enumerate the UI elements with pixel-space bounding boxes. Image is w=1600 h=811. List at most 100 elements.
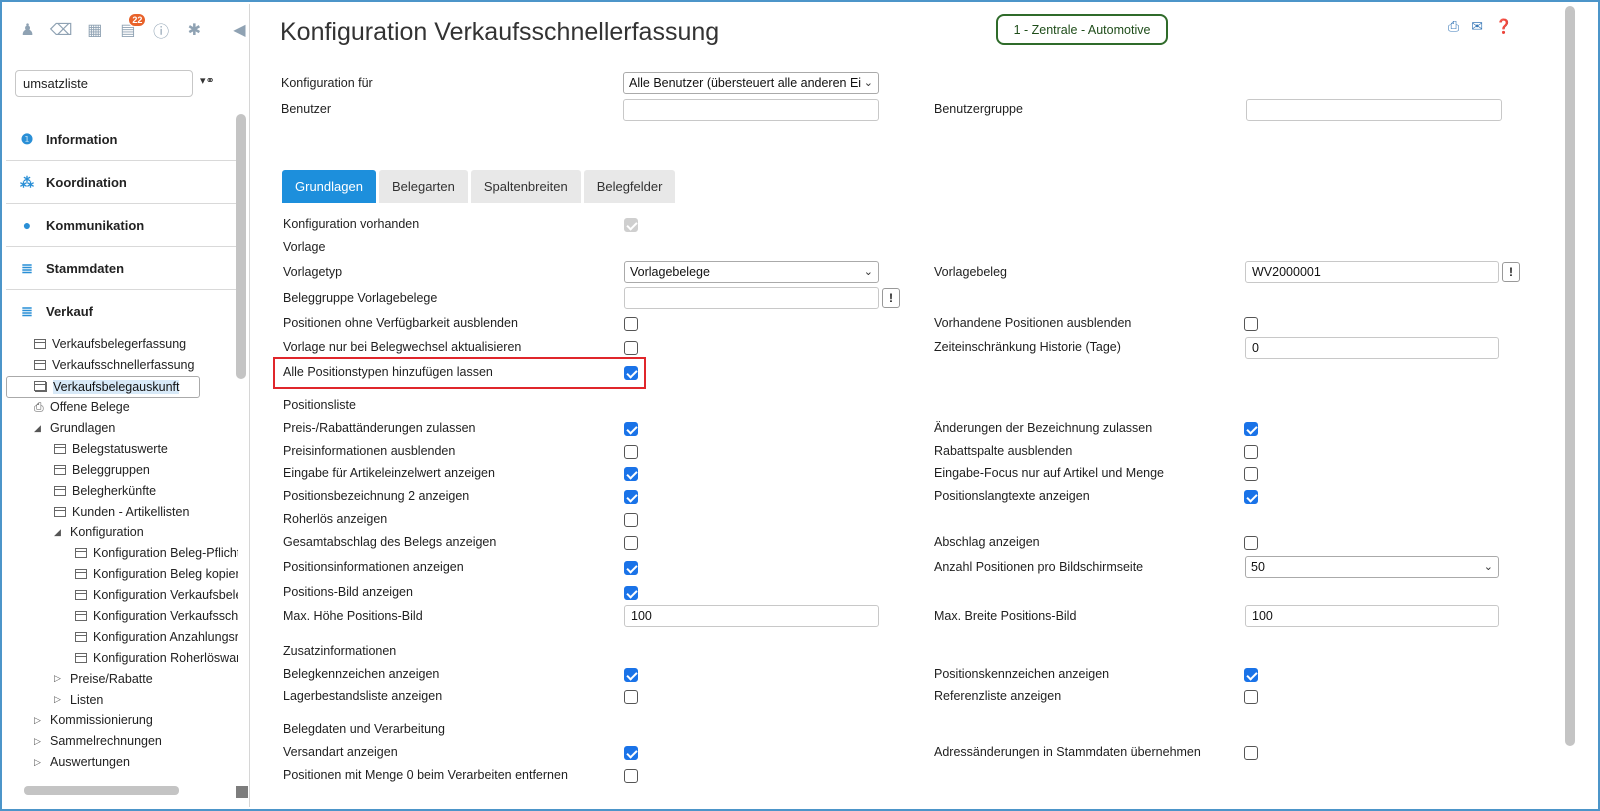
positionen-menge0-checkbox[interactable] <box>624 769 638 783</box>
tab-belegfelder[interactable]: Belegfelder <box>583 170 676 203</box>
vorlage-belegwechsel-checkbox[interactable] <box>624 341 638 355</box>
versandart-label: Versandart anzeigen <box>283 745 398 759</box>
tree-item[interactable]: Belegherkünfte <box>6 480 238 501</box>
sidebar-section-kommunikation[interactable]: ● Kommunikation <box>6 204 238 247</box>
zeiteinschraenkung-label: Zeiteinschränkung Historie (Tage) <box>934 340 1121 354</box>
positionslangtexte-label: Positionslangtexte anzeigen <box>934 489 1090 503</box>
sidebar-horizontal-scrollbar[interactable] <box>24 786 179 795</box>
tree-item[interactable]: ⎙ Offene Belege <box>6 397 238 418</box>
tab-spaltenbreiten[interactable]: Spaltenbreiten <box>470 170 581 203</box>
tree-item[interactable]: Konfiguration Roherlöswar <box>6 647 238 668</box>
tree-item[interactable]: Verkaufsbelegerfassung <box>6 334 238 355</box>
max-hoehe-input[interactable]: 100 <box>624 605 879 627</box>
lagerbestandsliste-checkbox[interactable] <box>624 690 638 704</box>
chevron-down-icon: ⌄ <box>863 77 873 89</box>
adressaenderungen-checkbox[interactable] <box>1244 746 1258 760</box>
vorhandene-positionen-checkbox[interactable] <box>1244 317 1258 331</box>
zeiteinschraenkung-input[interactable]: 0 <box>1245 337 1499 359</box>
tree-item[interactable]: ▷ Sammelrechnungen <box>6 731 238 752</box>
info-icon[interactable]: ⓘ <box>152 20 171 41</box>
vorlagetyp-select[interactable]: Vorlagebelege ⌄ <box>624 261 879 283</box>
alle-positionstypen-checkbox[interactable] <box>624 366 638 380</box>
help-icon[interactable]: ❓ <box>1495 18 1512 35</box>
beleggruppe-vorlagebelege-input[interactable] <box>624 287 879 309</box>
positionslangtexte-checkbox[interactable] <box>1244 490 1258 504</box>
positionsinformationen-checkbox[interactable] <box>624 561 638 575</box>
konfiguration-fuer-select[interactable]: Alle Benutzer (übersteuert alle anderen … <box>623 72 879 94</box>
search-options-icon[interactable]: ▾⚭ <box>200 74 215 87</box>
eraser-icon[interactable]: ⌫ <box>50 20 73 40</box>
tree-item[interactable]: Konfiguration Beleg-Pflicht <box>6 543 238 564</box>
mandant-badge[interactable]: 1 - Zentrale - Automotive <box>996 14 1168 45</box>
preis-rabatt-checkbox[interactable] <box>624 422 638 436</box>
sidebar-section-koordination[interactable]: ⁂ Koordination <box>6 161 238 204</box>
calendar-icon[interactable]: ▦ <box>85 20 104 40</box>
main-scrollbar[interactable] <box>1562 4 1578 746</box>
benutzer-input[interactable] <box>623 99 879 121</box>
sidebar-search-input[interactable] <box>15 70 193 97</box>
tree-item[interactable]: Beleggruppen <box>6 459 238 480</box>
rabattspalte-checkbox[interactable] <box>1244 445 1258 459</box>
tree-item[interactable]: ▷ Preise/Rabatte <box>6 668 238 689</box>
roherloes-checkbox[interactable] <box>624 513 638 527</box>
vorlagebeleg-input[interactable]: WV2000001 <box>1245 261 1499 283</box>
beleggruppe-lookup-button[interactable]: ! <box>882 288 900 308</box>
positionsbezeichnung2-checkbox[interactable] <box>624 490 638 504</box>
gesamtabschlag-label: Gesamtabschlag des Belegs anzeigen <box>283 535 497 549</box>
tree-item[interactable]: ◢ Konfiguration <box>6 522 238 543</box>
tree-item[interactable]: Kunden - Artikellisten <box>6 501 238 522</box>
tree-item[interactable]: Konfiguration Anzahlungsr <box>6 626 238 647</box>
benutzergruppe-input[interactable] <box>1246 99 1502 121</box>
vorlagebeleg-lookup-button[interactable]: ! <box>1502 262 1520 282</box>
positionsinformationen-label: Positionsinformationen anzeigen <box>283 560 464 574</box>
page-icon <box>75 631 87 642</box>
positionen-ohne-verfuegbarkeit-checkbox[interactable] <box>624 317 638 331</box>
tree-item[interactable]: ▷ Listen <box>6 689 238 710</box>
eingabe-focus-checkbox[interactable] <box>1244 467 1258 481</box>
tree-item-label: Offene Belege <box>50 400 130 415</box>
positions-bild-checkbox[interactable] <box>624 586 638 600</box>
positionskennzeichen-checkbox[interactable] <box>1244 668 1258 682</box>
page-icon <box>54 485 66 496</box>
referenzliste-checkbox[interactable] <box>1244 690 1258 704</box>
asterisk-icon[interactable]: ✱ <box>185 20 204 40</box>
tree-item[interactable]: ▷ Kommissionierung <box>6 710 238 731</box>
tab-grundlagen[interactable]: Grundlagen <box>282 170 376 203</box>
page-icon <box>75 611 87 622</box>
anzahl-positionen-select[interactable]: 50 ⌄ <box>1245 556 1499 578</box>
print-icon: ⎙ <box>34 399 44 414</box>
gesamtabschlag-checkbox[interactable] <box>624 536 638 550</box>
sidebar-section-information[interactable]: ❶ Information <box>6 118 238 161</box>
tree-item[interactable]: Konfiguration Beleg kopier <box>6 564 238 585</box>
mail-icon[interactable]: ✉ <box>1471 18 1483 35</box>
person-icon[interactable]: ♟ <box>18 20 37 40</box>
page-icon <box>75 569 87 580</box>
preisinformationen-checkbox[interactable] <box>624 445 638 459</box>
sidebar-section-verkauf[interactable]: ≣ Verkauf <box>6 290 238 333</box>
collapse-icon[interactable]: ◀ <box>230 20 249 40</box>
sidebar-section-stammdaten[interactable]: ≣ Stammdaten <box>6 247 238 290</box>
tree-item[interactable]: Konfiguration Verkaufssch <box>6 606 238 627</box>
max-breite-input[interactable]: 100 <box>1245 605 1499 627</box>
tree-item[interactable]: ◢ Grundlagen <box>6 418 238 439</box>
tree-item-label: Preise/Rabatte <box>70 671 153 686</box>
print-icon[interactable]: ⎙ <box>1448 18 1459 35</box>
eingabe-artikeleinzelwert-checkbox[interactable] <box>624 467 638 481</box>
sidebar-tree: Verkaufsbelegerfassung Verkaufsschnellerf… <box>6 334 238 773</box>
aenderungen-bezeichnung-checkbox[interactable] <box>1244 422 1258 436</box>
main-scrollbar-thumb[interactable] <box>1565 6 1575 746</box>
tab-belegarten[interactable]: Belegarten <box>378 170 468 203</box>
tree-item[interactable]: Verkaufsschnellerfassung <box>6 355 238 376</box>
adressaenderungen-label: Adressänderungen in Stammdaten übernehme… <box>934 745 1201 759</box>
tree-item[interactable]: ▷ Auswertungen <box>6 752 238 773</box>
information-icon: ❶ <box>20 130 34 147</box>
abschlag-checkbox[interactable] <box>1244 536 1258 550</box>
tree-item[interactable]: Belegstatuswerte <box>6 438 238 459</box>
belegkennzeichen-checkbox[interactable] <box>624 668 638 682</box>
tree-item[interactable]: Konfiguration Verkaufsbele <box>6 585 238 606</box>
versandart-checkbox[interactable] <box>624 746 638 760</box>
tasks-icon[interactable]: ▤ 22 <box>118 13 147 40</box>
sidebar-scrollbar[interactable] <box>236 114 246 379</box>
zusatzinformationen-heading: Zusatzinformationen <box>283 644 397 658</box>
collapsed-icon: ▷ <box>54 694 61 705</box>
